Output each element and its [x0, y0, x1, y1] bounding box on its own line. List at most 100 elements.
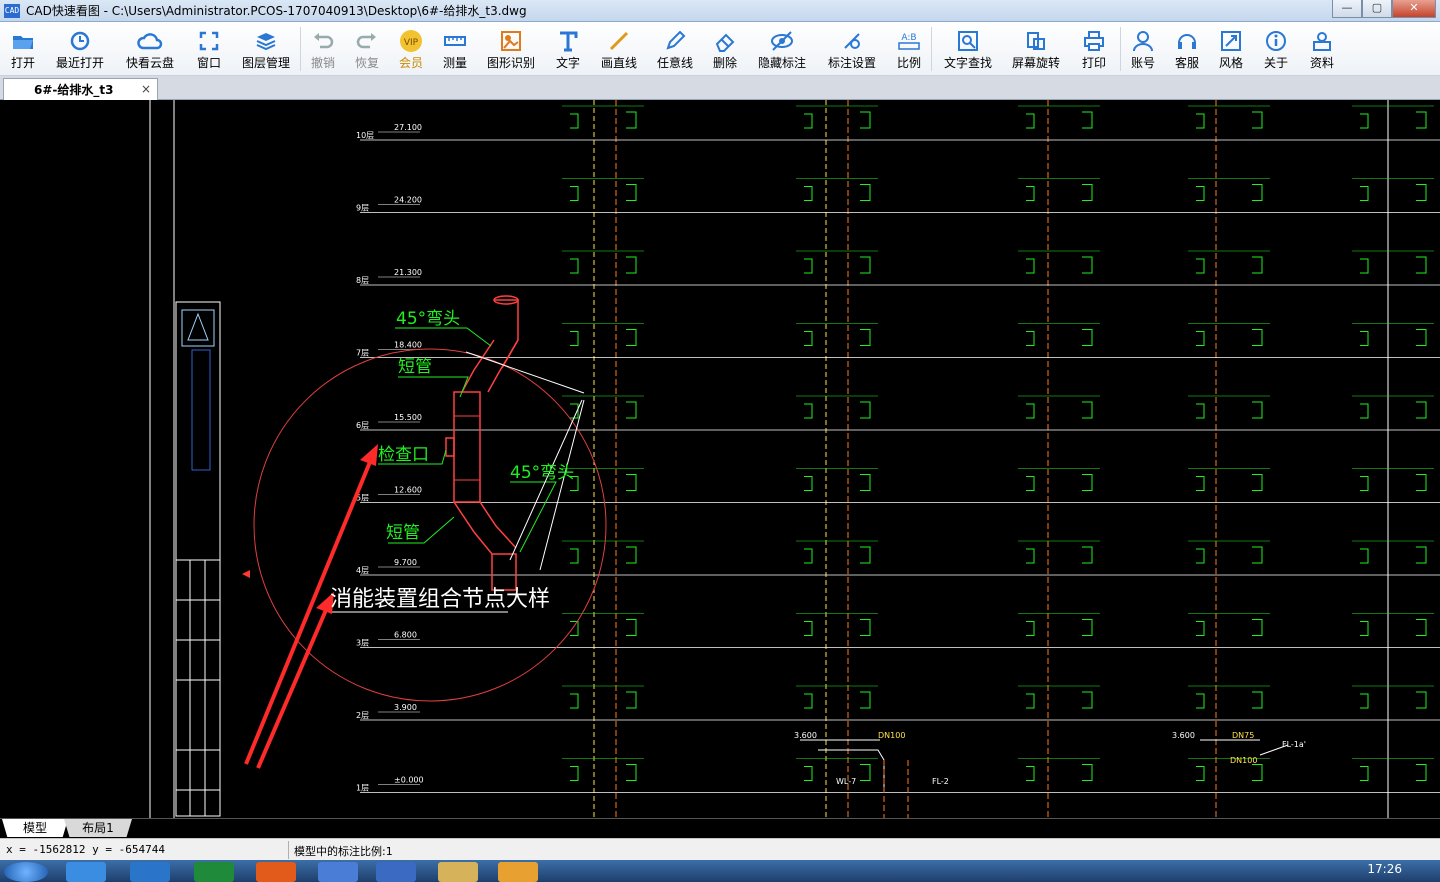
print-label: 打印: [1081, 56, 1106, 70]
undo-button[interactable]: 撤销: [301, 22, 345, 76]
resources-button[interactable]: 资料: [1299, 22, 1345, 76]
measure-button[interactable]: 测量: [433, 22, 477, 76]
floor-label-2: 8层: [356, 276, 369, 285]
mark-settings-button[interactable]: 标注设置: [817, 22, 887, 76]
fixture-2-3: [1196, 256, 1263, 274]
delete-button[interactable]: 删除: [703, 22, 747, 76]
drawing-canvas[interactable]: 10层 27.100 9层 24.200 8层 21.300 7层 18.400 6层 15.50…: [0, 100, 1440, 818]
cloud-button[interactable]: 快看云盘: [114, 22, 186, 76]
elevation-label-0: 27.100: [394, 123, 422, 132]
label-short-pipe-upper: 短管: [398, 357, 432, 377]
cloud-icon: [137, 28, 163, 54]
cursor-coordinates: x = -1562812 y = -654744: [6, 843, 165, 856]
minimize-button[interactable]: —: [1332, 0, 1362, 18]
document-tab-bar: 6#-给排水_t3 ×: [0, 76, 1440, 100]
printer-icon: [1083, 28, 1105, 54]
fixture-3-3: [1196, 329, 1263, 346]
eye-hidden-icon: [770, 28, 794, 54]
detail-callout: 45°弯头 短管 检查口 45°弯头 短管 消能装置组合节点大样 DN100 D…: [244, 295, 1306, 818]
label-inspection-port: 检查口: [378, 445, 429, 465]
fixture-5-1: [804, 474, 871, 491]
info-icon: [1265, 28, 1287, 54]
dn-label-3: DN100: [1230, 756, 1257, 765]
find-text-button[interactable]: 文字查找: [932, 22, 1004, 76]
open-label: 打开: [10, 56, 35, 70]
fixture-1-0: [570, 184, 637, 201]
fixture-8-4: [1360, 691, 1427, 709]
taskbar-app-explorer[interactable]: [438, 862, 478, 882]
pipe-label-fl1a: FL-1a': [1282, 740, 1306, 749]
hide-marks-button[interactable]: 隐藏标注: [747, 22, 817, 76]
fixture-1-4: [1360, 184, 1427, 201]
redo-button[interactable]: 恢复: [345, 22, 389, 76]
floor-label-6: 4层: [356, 566, 369, 575]
vip-button[interactable]: VIP 会员: [389, 22, 433, 76]
text-button[interactable]: 文字: [545, 22, 591, 76]
line-button[interactable]: 画直线: [591, 22, 647, 76]
recognize-label: 图形识别: [486, 56, 535, 70]
maximize-button[interactable]: ▢: [1362, 0, 1392, 18]
label-elbow-upper: 45°弯头: [396, 309, 460, 329]
fixture-5-2: [1026, 474, 1093, 491]
scale-icon: A:B: [896, 28, 922, 54]
print-button[interactable]: 打印: [1068, 22, 1120, 76]
fixture-3-0: [570, 329, 637, 346]
window-title: CAD快速看图 - C:\Users\Administrator.PCOS-17…: [26, 4, 527, 18]
rotate-label: 屏幕旋转: [1011, 56, 1060, 70]
cloud-label: 快看云盘: [125, 56, 174, 70]
svg-text:VIP: VIP: [404, 38, 419, 48]
fixture-3-4: [1360, 329, 1427, 346]
fixture-5-3: [1196, 474, 1263, 491]
close-tab-icon[interactable]: ×: [141, 82, 151, 96]
layers-button[interactable]: 图层管理: [232, 22, 300, 76]
fixture-4-4: [1360, 401, 1427, 419]
taskbar-app-cad[interactable]: [318, 862, 358, 882]
taskbar-app-1[interactable]: [66, 862, 106, 882]
undo-label: 撤销: [310, 56, 335, 70]
elevation-label-2: 21.300: [394, 268, 422, 277]
fixture-0-2: [1026, 111, 1093, 129]
model-tab[interactable]: 模型: [2, 819, 68, 837]
recent-button[interactable]: 最近打开: [46, 22, 114, 76]
fixture-4-1: [804, 401, 871, 419]
window-button[interactable]: 窗口: [186, 22, 232, 76]
fixture-0-4: [1360, 111, 1427, 129]
close-button[interactable]: ✕: [1392, 0, 1436, 18]
taskbar-app-ie[interactable]: [130, 862, 170, 882]
start-button[interactable]: [4, 862, 48, 882]
fixture-5-4: [1360, 474, 1427, 491]
taskbar-app-4[interactable]: [256, 862, 296, 882]
app-window: CAD CAD快速看图 - C:\Users\Administrator.PCO…: [0, 0, 1440, 882]
style-button[interactable]: 风格: [1209, 22, 1253, 76]
fixture-2-0: [570, 256, 637, 274]
find-text-label: 文字查找: [943, 56, 992, 70]
account-button[interactable]: 账号: [1121, 22, 1165, 76]
rotate-button[interactable]: 屏幕旋转: [1004, 22, 1068, 76]
freeline-button[interactable]: 任意线: [647, 22, 703, 76]
style-icon: [1220, 28, 1242, 54]
taskbar-app-6[interactable]: [376, 862, 416, 882]
headset-icon: [1176, 28, 1198, 54]
layout1-tab[interactable]: 布局1: [64, 819, 132, 837]
fixture-7-3: [1196, 619, 1263, 636]
elevation-label-8: 3.900: [394, 703, 417, 712]
elevation-label-4: 15.500: [394, 413, 422, 422]
fixture-6-2: [1026, 546, 1093, 564]
eraser-icon: [714, 28, 736, 54]
base-elev-2: 3.600: [1172, 731, 1195, 740]
taskbar-app-8[interactable]: [498, 862, 538, 882]
document-tab[interactable]: 6#-给排水_t3 ×: [3, 78, 158, 100]
scale-button[interactable]: A:B 比例: [887, 22, 931, 76]
elevation-label-6: 9.700: [394, 558, 417, 567]
elevation-label-1: 24.200: [394, 196, 422, 205]
about-button[interactable]: 关于: [1253, 22, 1299, 76]
recognize-button[interactable]: 图形识别: [477, 22, 545, 76]
open-button[interactable]: 打开: [0, 22, 46, 76]
service-button[interactable]: 客服: [1165, 22, 1209, 76]
fullscreen-icon: [198, 28, 220, 54]
taskbar-app-3[interactable]: [194, 862, 234, 882]
resources-icon: [1311, 28, 1333, 54]
main-toolbar: 打开 最近打开 快看云盘 窗口 图层管理 撤销 恢复 VIP 会员 测量 图形识…: [0, 22, 1440, 76]
layers-label: 图层管理: [241, 56, 290, 70]
vip-icon: VIP: [398, 28, 424, 54]
